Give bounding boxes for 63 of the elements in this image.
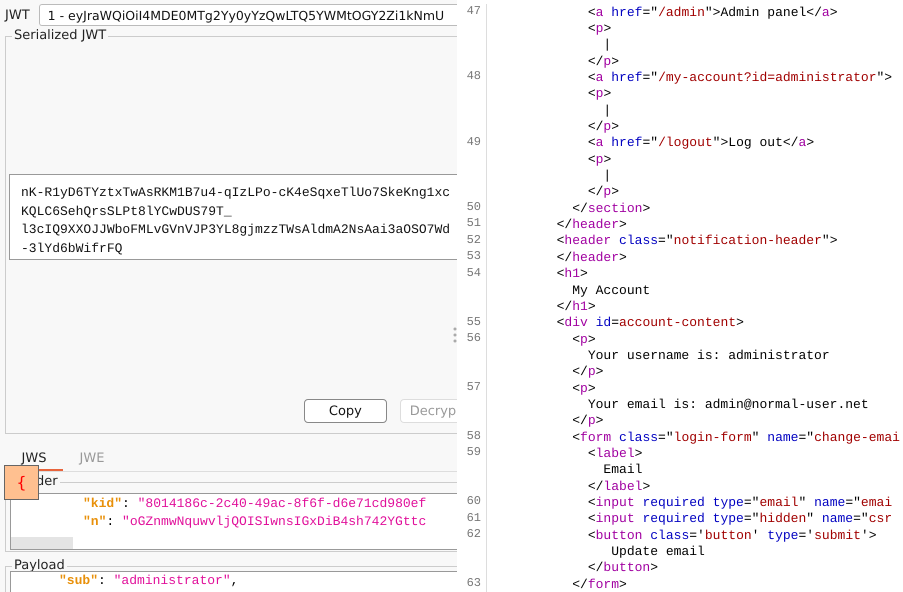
code-line: </p> — [571, 364, 604, 380]
jwt-select[interactable]: 1 - eyJraWQiOiI4MDE0MTg2Yy0yYzQwLTQ5YWMtOGY2Zi1kNmU — [38, 4, 457, 26]
code-line: My Account — [571, 282, 650, 298]
code-line: <a href="/admin">Admin panel</a> — [586, 4, 838, 20]
line-number: 50 — [466, 200, 481, 214]
line-number: 58 — [466, 428, 481, 443]
line-number: 49 — [466, 134, 481, 149]
code-line: </label> — [586, 478, 650, 494]
jwt-label: JWT — [5, 8, 30, 22]
line-number: 56 — [466, 330, 481, 345]
code-line: </header> — [556, 217, 627, 232]
line-number: 60 — [466, 494, 481, 508]
code-line: </p> — [571, 413, 604, 428]
code-line: </section> — [571, 200, 650, 216]
code-line: <input required type="hidden" name="csr — [586, 511, 892, 526]
code-line: Your email is: admin@normal-user.net — [586, 396, 869, 412]
code-line: <button class='button' type='submit'> — [586, 528, 877, 543]
code-line: </p> — [586, 119, 620, 134]
line-number: 57 — [466, 380, 481, 394]
line-number: 54 — [466, 266, 481, 280]
code-line: <p> — [571, 380, 596, 396]
line-number: 48 — [466, 69, 481, 84]
code-line: <label> — [586, 446, 642, 461]
jwt-text-area[interactable]: nK-R1yD6TYztxTwAsRKM1B7u4-qIzLPo-cK4eSqxeTlUo7SkeKng1xc KQLC6SehQrsSLPt8lYCwDUS79T_ l3cIQ9XXOJJWboFMLvGVnVJP3YL8gjmzzTWsAldmA2NsAai3aOSO7Wd -3lYd6bWifrFQ — [9, 174, 457, 260]
splitter-handle-icon[interactable] — [453, 327, 457, 343]
code-line: <p> — [571, 332, 596, 347]
line-number: 52 — [466, 232, 481, 247]
line-number: 47 — [466, 4, 481, 18]
code-line: Email — [602, 462, 642, 478]
line-number: 51 — [466, 216, 481, 230]
line-number: 59 — [466, 445, 481, 460]
code-line: <a href="/logout">Log out</a> — [586, 135, 814, 150]
code-line: Update email — [610, 544, 705, 560]
line-number: 63 — [466, 576, 481, 590]
payload-editor[interactable]: "sub": "administrator", — [10, 571, 457, 592]
code-line: <p> — [586, 86, 612, 102]
code-line: </h1> — [556, 298, 596, 314]
line-number: 55 — [466, 314, 481, 329]
code-line: <a href="/my-account?id=administrator"> — [586, 70, 892, 86]
code-line: | — [602, 37, 612, 52]
code-line: </p> — [586, 54, 620, 69]
code-line: | — [602, 102, 612, 118]
code-line: Your username is: administrator — [586, 348, 830, 363]
panel-legend: Serialized JWT — [12, 28, 108, 43]
code-line: <h1> — [556, 266, 588, 282]
code-line: </form> — [571, 576, 627, 592]
code-line: | — [602, 168, 612, 184]
code-line: <form class="login-form" name="change-emai — [571, 430, 900, 445]
code-line: <div id=account-content> — [556, 315, 744, 330]
line-number: 61 — [466, 510, 481, 525]
code-line: <header class="notification-header"> — [556, 233, 838, 248]
line-number: 62 — [466, 527, 481, 541]
code-line: <p> — [586, 152, 612, 167]
code-line: </p> — [586, 184, 620, 200]
copy-button[interactable]: Copy — [304, 399, 387, 423]
brace-tooltip: { — [4, 465, 39, 500]
line-number: 53 — [466, 249, 481, 264]
scrollbar-thumb[interactable] — [11, 537, 73, 549]
code-line: <input required type="email" name="emai — [586, 494, 892, 510]
code-line: <p> — [586, 21, 612, 36]
header-editor[interactable]: "kid": "8014186c-2c40-49ac-8f6f-d6e71cd980ef "n": "oGZnmwNquwvljQOISIwnsIGxDiB4sh742YGttc — [10, 493, 457, 550]
code-line: </button> — [586, 560, 658, 576]
code-line: </header> — [556, 250, 627, 265]
